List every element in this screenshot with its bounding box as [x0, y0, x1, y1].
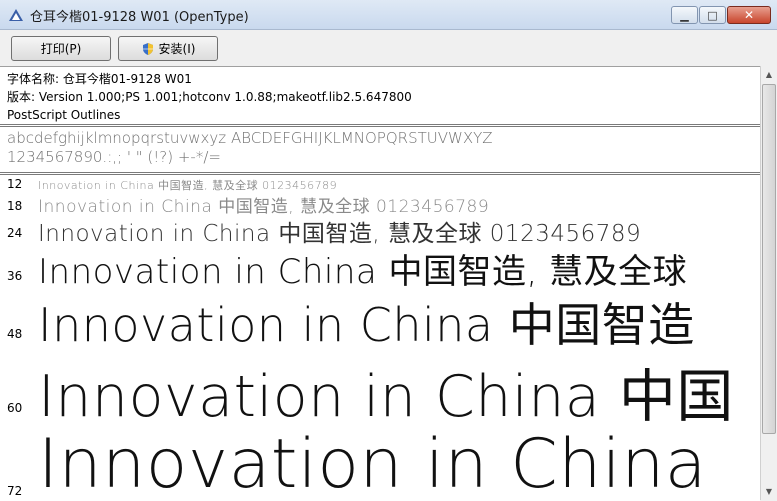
sample-row-72: 72 Innovation in China: [0, 425, 760, 501]
minimize-icon: ▁: [680, 8, 689, 22]
size-label: 48: [7, 327, 23, 341]
charset-symbols: 1234567890.:,; ' " (!?) +-*/=: [7, 148, 221, 166]
size-label: 72: [7, 484, 23, 498]
divider-top-2: [0, 126, 760, 127]
font-name-line: 字体名称: 仓耳今楷01-9128 W01: [7, 72, 192, 86]
maximize-icon: □: [707, 8, 718, 22]
title-bar: 仓耳今楷01-9128 W01 (OpenType) ▁ □ ✕: [0, 0, 777, 30]
divider-top: [0, 124, 760, 125]
scroll-up-arrow-icon[interactable]: ▲: [761, 66, 777, 83]
size-label: 24: [7, 226, 23, 240]
window-controls: ▁ □ ✕: [671, 6, 771, 24]
sample-text: Innovation in China 中国智造, 慧及全球: [38, 252, 688, 292]
font-preview-area: 字体名称: 仓耳今楷01-9128 W01 版本: Version 1.000;…: [0, 66, 760, 501]
sample-text: Innovation in China 中国: [38, 364, 734, 430]
close-icon: ✕: [743, 8, 755, 22]
sample-row-36: 36 Innovation in China 中国智造, 慧及全球: [0, 243, 760, 292]
close-button[interactable]: ✕: [727, 6, 771, 24]
install-button[interactable]: 安装(I): [118, 36, 218, 61]
vertical-scrollbar[interactable]: ▲ ▼: [760, 66, 777, 500]
minimize-button[interactable]: ▁: [671, 6, 698, 24]
toolbar: 打印(P) 安装(I): [0, 30, 777, 66]
font-version-line: 版本: Version 1.000;PS 1.001;hotconv 1.0.8…: [7, 90, 412, 104]
scrollbar-thumb[interactable]: [762, 84, 776, 434]
font-app-icon: [9, 9, 23, 21]
sample-row-24: 24 Innovation in China 中国智造, 慧及全球 012345…: [0, 213, 760, 247]
font-info: 字体名称: 仓耳今楷01-9128 W01 版本: Version 1.000;…: [7, 70, 412, 124]
install-label: 安装(I): [158, 42, 196, 56]
size-label: 60: [7, 401, 23, 415]
charset-letters: abcdefghijklmnopqrstuvwxyz ABCDEFGHIJKLM…: [7, 129, 493, 147]
scroll-down-arrow-icon[interactable]: ▼: [761, 483, 777, 500]
window-title: 仓耳今楷01-9128 W01 (OpenType): [30, 10, 249, 25]
maximize-button[interactable]: □: [699, 6, 726, 24]
sample-row-60: 60 Innovation in China 中国: [0, 351, 760, 430]
print-button[interactable]: 打印(P): [11, 36, 111, 61]
uac-shield-icon: [142, 42, 153, 55]
font-outline-line: PostScript Outlines: [7, 108, 121, 122]
sample-text: Innovation in China: [38, 425, 707, 501]
size-label: 18: [7, 199, 23, 213]
sample-text: Innovation in China 中国智造: [38, 298, 695, 352]
sample-row-48: 48 Innovation in China 中国智造: [0, 289, 760, 352]
size-label: 36: [7, 269, 23, 283]
divider-middle: [0, 172, 760, 173]
size-label: 12: [7, 177, 23, 191]
